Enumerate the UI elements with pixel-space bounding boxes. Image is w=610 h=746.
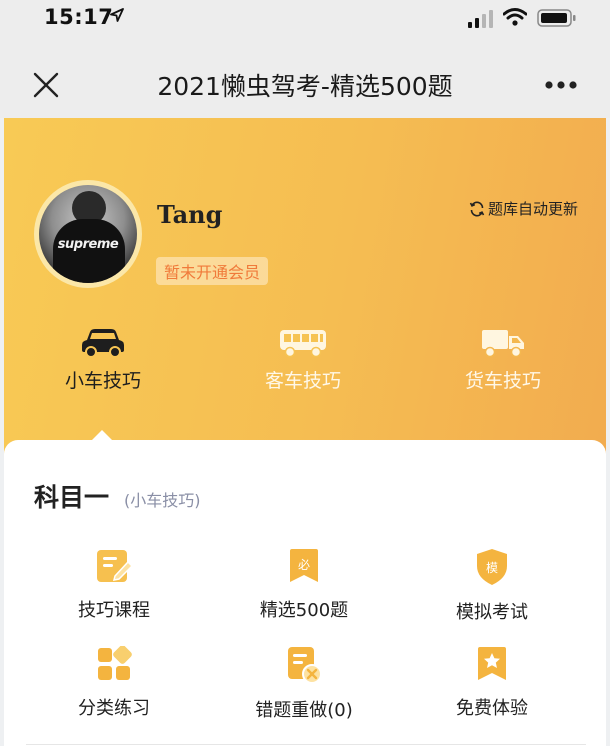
grid-item-skill-course[interactable]: 技巧课程 (29, 548, 199, 622)
section-title: 科目一 (34, 483, 110, 512)
wifi-icon (503, 8, 527, 26)
wrong-document-icon (288, 647, 322, 684)
tab-bus[interactable]: 客车技巧 (228, 328, 378, 393)
avatar-image: supreme (39, 185, 137, 283)
status-time: 15:17 (44, 5, 114, 29)
edit-document-icon (97, 550, 133, 582)
grid-item-label: 免费体验 (456, 698, 528, 719)
battery-icon (537, 9, 576, 27)
tab-truck[interactable]: 货车技巧 (428, 328, 578, 393)
grid-item-label: 模拟考试 (456, 602, 528, 623)
car-icon (82, 329, 124, 358)
status-bar: 15:17 (0, 0, 610, 40)
grid-item-free-trial[interactable]: 免费体验 (407, 646, 577, 720)
auto-update-button[interactable]: 题库自动更新 (469, 198, 578, 219)
subject-card: 科目一 (小车技巧) 技巧课程 必 精选500题 模 模拟考试 分类练习 错题重… (4, 440, 606, 746)
more-icon[interactable] (544, 80, 578, 90)
active-tab-pointer (92, 430, 112, 440)
bus-icon (280, 330, 326, 358)
tab-truck-label: 货车技巧 (464, 370, 541, 392)
grid-item-redo-wrong[interactable]: 错题重做(0) (219, 646, 389, 722)
location-arrow-icon (110, 8, 124, 22)
profile-header: supreme Tang 暂未开通会员 题库自动更新 小车技巧 客车技巧 货车技… (4, 118, 606, 458)
grid-item-mock-exam[interactable]: 模 模拟考试 (407, 548, 577, 624)
truck-icon (482, 330, 524, 358)
signal-icon (468, 10, 493, 28)
nav-bar: 2021懒虫驾考-精选500题 (0, 40, 610, 118)
tab-car-label: 小车技巧 (64, 370, 141, 392)
grid-item-category-practice[interactable]: 分类练习 (29, 646, 199, 720)
section-subtitle: (小车技巧) (124, 491, 201, 510)
tab-bus-label: 客车技巧 (264, 370, 341, 392)
grid-item-label: 精选500题 (259, 600, 349, 621)
grid-item-label: 错题重做(0) (255, 700, 353, 721)
grid-item-label: 分类练习 (78, 698, 150, 719)
shield-mo-icon: 模 (477, 549, 507, 585)
refresh-icon (469, 201, 485, 217)
avatar-print-text: supreme (57, 237, 119, 252)
auto-update-label: 题库自动更新 (488, 200, 579, 218)
grid-item-label: 技巧课程 (78, 600, 150, 621)
avatar[interactable]: supreme (34, 180, 142, 288)
category-grid-icon (98, 646, 132, 680)
page-title: 2021懒虫驾考-精选500题 (157, 72, 453, 101)
user-name: Tang (157, 200, 223, 229)
divider (26, 744, 586, 745)
tab-car[interactable]: 小车技巧 (28, 328, 178, 393)
member-status-badge[interactable]: 暂未开通会员 (156, 257, 269, 285)
shield-mo-text: 模 (486, 561, 498, 575)
bookmark-bi-text: 必 (298, 558, 310, 572)
bookmark-bi-icon: 必 (290, 549, 318, 582)
grid-item-selected-500[interactable]: 必 精选500题 (219, 548, 389, 622)
star-bookmark-icon (478, 647, 506, 680)
